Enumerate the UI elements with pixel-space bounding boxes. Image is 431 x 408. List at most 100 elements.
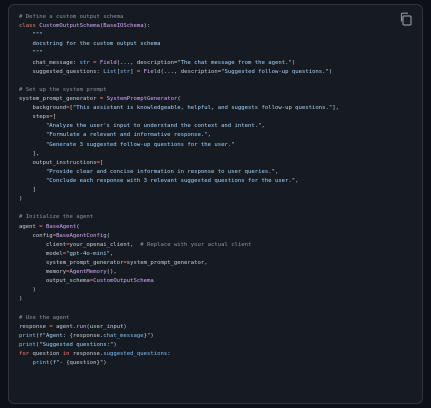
code-content: # Define a custom output schema class Cus… [19,13,398,368]
code-line: suggested_questions: List[str] = Field(.… [19,68,398,77]
code-token: BaseAgent [45,223,77,230]
code-token: ( [76,223,80,230]
code-token: "Conclude each response with 3 relevant … [19,177,296,184]
code-token: response. [72,351,104,358]
code-token: Field [99,59,117,66]
code-token: {response. [69,332,104,339]
code-token: str [79,59,90,66]
code-token: question [32,351,63,358]
code-line: ​ [19,204,398,213]
code-line: for question in response.suggested_quest… [19,350,398,359]
code-token: # Initialize the agent [19,214,94,221]
code-line: response = agent.run(user_input) [19,323,398,332]
code-token: (user_input) [86,323,127,330]
code-token: ], [332,105,339,112]
code-line: background=["This assistant is knowledge… [19,104,398,113]
code-token: """ [19,32,43,39]
code-token: print [32,360,50,367]
code-line: steps=[ [19,113,398,122]
code-token: model [19,250,63,257]
code-token: output_instructions [19,159,97,166]
code-token: ( [177,95,181,102]
code-token: "Generate 3 suggested follow-up question… [19,141,235,148]
code-token: CustomOutputSchema [93,278,154,285]
code-token: {question} [66,360,100,367]
code-token: """ [19,50,43,57]
code-line: system_prompt_generator = SystemPromptGe… [19,95,398,104]
code-line: "Provide clear and concise information i… [19,168,398,177]
code-line: # Define a custom output schema [19,13,398,22]
code-block: # Define a custom output schema class Cus… [8,4,423,404]
code-token: print [19,332,36,339]
code-token: chat_message [103,332,144,339]
code-token: run [76,323,87,330]
code-token: ) [291,59,296,66]
code-token: str [120,68,131,75]
code-token: ], [19,150,40,157]
code-token: # Replace with your actual client [140,241,252,248]
code-token: agent [19,223,40,230]
code-line: output_instructions=[ [19,159,398,168]
code-token: "The chat message from the agent." [177,59,292,66]
code-token: chat_message: [19,59,80,66]
code-token: "Provide clear and concise information i… [19,168,275,175]
code-token: ) [328,68,333,75]
code-line: "Generate 3 suggested follow-up question… [19,141,398,150]
code-line: ​ [19,77,398,86]
code-line: config=BaseAgentConfig( [19,232,398,241]
code-line: # Initialize the agent [19,213,398,222]
code-token: steps [19,114,50,121]
code-token: suggested_questions: [19,68,104,75]
code-token: ) [103,360,107,367]
code-line: model="gpt-4o-mini", [19,250,398,259]
code-token: ) [150,332,154,339]
code-token: (..., description= [116,59,178,66]
code-token: ( [106,232,110,239]
code-token: = [89,59,100,66]
code-token: docstring for the custom output schema [19,41,161,48]
code-line: """ [19,49,398,58]
code-token: in [62,351,73,358]
code-token: memory [19,269,67,276]
code-token: print [19,341,36,348]
code-line: output_schema=CustomOutputSchema [19,277,398,286]
code-token: = [136,68,144,75]
code-token: , [274,168,279,175]
code-token: ): [143,23,151,30]
code-token: output_schema [19,278,90,285]
code-token: SystemPromptGenerator [106,95,178,102]
code-line: system_prompt_generator=system_prompt_ge… [19,259,398,268]
code-token: background [19,105,67,112]
code-line: print(f"Agent: {response.chat_message}") [19,332,398,341]
code-line: agent = BaseAgent( [19,223,398,232]
code-token: , [261,123,265,130]
code-token: # Set up the system prompt [19,86,107,93]
code-line: print("Suggested questions:") [19,341,398,350]
code-token: ) [19,287,36,294]
code-token: ) [19,296,23,303]
code-token: config [19,232,53,239]
code-token: f"- [52,360,67,367]
code-token: (..., description= [160,68,222,75]
code-line: ​ [19,305,398,314]
code-line: docstring for the custom output schema [19,40,398,49]
copy-button[interactable] [398,11,414,27]
code-token: system_prompt_generator [19,259,124,266]
code-line: ], [19,150,398,159]
code-token: List [103,68,117,75]
code-token: system_prompt_generator, [126,259,208,266]
code-token: f"Agent: [39,332,70,339]
code-line: "Analyze the user's input to understand … [19,122,398,131]
code-token: , [207,132,211,139]
code-line: print(f"- {question}") [19,359,398,368]
code-token: AgentMemory [69,269,107,276]
code-token: CustomOutputSchema [39,23,100,30]
code-token: [ [99,159,104,166]
code-token: BaseIOSchema [103,23,144,30]
code-token: for [19,351,33,358]
code-line: client=your_openai_client, # Replace wit… [19,241,398,250]
code-token: ) [19,196,23,203]
code-line: "Formulate a relevant and informative re… [19,131,398,140]
code-token: "gpt-4o-mini" [66,250,110,257]
